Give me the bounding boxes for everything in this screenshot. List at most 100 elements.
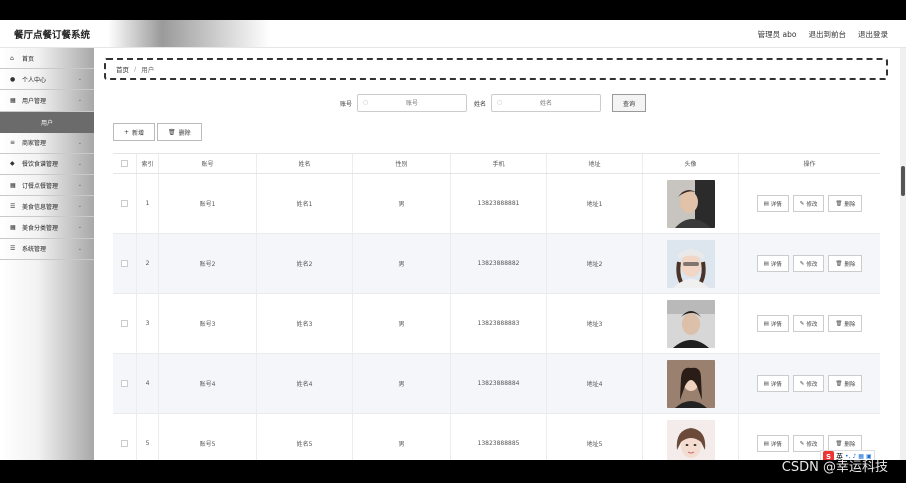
sidebar-item-label: 首页 bbox=[22, 55, 35, 63]
sidebar-item-label: 个人中心 bbox=[22, 76, 47, 84]
column-header: 账号 bbox=[159, 154, 257, 173]
row-checkbox[interactable] bbox=[121, 200, 128, 207]
address-cell: 地址2 bbox=[547, 234, 643, 293]
delete-button[interactable]: 🗑 删除 bbox=[828, 255, 863, 272]
detail-button[interactable]: ▤ 详情 bbox=[756, 315, 789, 332]
sidebar-item-5[interactable]: ▦ 订餐点餐管理 ⌄ bbox=[0, 175, 94, 197]
column-header: 头像 bbox=[643, 154, 739, 173]
edit-button[interactable]: ✎ 修改 bbox=[792, 195, 825, 212]
delete-label: 删除 bbox=[844, 321, 856, 328]
query-button[interactable]: 查询 bbox=[612, 94, 647, 112]
edit-icon: ✎ bbox=[799, 380, 805, 387]
detail-button[interactable]: ▤ 详情 bbox=[756, 255, 789, 272]
avatar bbox=[666, 419, 715, 460]
row-select-cell[interactable] bbox=[113, 294, 137, 353]
delete-label: 删除 bbox=[844, 381, 856, 388]
account-label: 账号 bbox=[340, 100, 353, 108]
index-cell: 4 bbox=[137, 354, 159, 413]
address-cell: 地址3 bbox=[547, 294, 643, 353]
back-to-front-link[interactable]: 退出到前台 bbox=[809, 29, 847, 40]
row-checkbox[interactable] bbox=[121, 440, 128, 447]
edit-button[interactable]: ✎ 修改 bbox=[792, 375, 825, 392]
sidebar: ⌂ 首页 ● 个人中心 ⌄ ▦ 用户管理 ⌄ 用户 ≡ 商家管理 ⌄ ◆ 餐饮食谱管理 ⌄ ▦ 订餐点餐管理 ⌄ ☰… bbox=[0, 48, 94, 460]
breadcrumb: 首页 / 用户 bbox=[104, 58, 888, 80]
detail-label: 详情 bbox=[770, 441, 782, 448]
sidebar-item-0[interactable]: ⌂ 首页 bbox=[0, 48, 94, 70]
account-search-field[interactable]: ○ bbox=[357, 94, 468, 112]
detail-icon: ▤ bbox=[763, 260, 769, 267]
row-select-cell[interactable] bbox=[113, 234, 137, 293]
edit-label: 修改 bbox=[806, 201, 818, 208]
sidebar-item-4[interactable]: ◆ 餐饮食谱管理 ⌄ bbox=[0, 154, 94, 175]
sidebar-subitem-users[interactable]: 用户 bbox=[0, 111, 94, 133]
row-checkbox[interactable] bbox=[121, 380, 128, 387]
edit-button[interactable]: ✎ 修改 bbox=[792, 315, 825, 332]
select-all-cell[interactable] bbox=[113, 154, 137, 173]
chevron-down-icon: ⌄ bbox=[77, 139, 82, 146]
row-checkbox[interactable] bbox=[121, 260, 128, 267]
grid-icon: ▦ bbox=[10, 223, 16, 231]
admin-username: 管理员 abo bbox=[757, 30, 797, 39]
row-checkbox[interactable] bbox=[121, 320, 128, 327]
sidebar-item-6[interactable]: ☰ 美食信息管理 ⌄ bbox=[0, 196, 94, 218]
sex-cell: 男 bbox=[353, 414, 451, 460]
sex-cell: 男 bbox=[353, 294, 451, 353]
index-cell: 1 bbox=[137, 174, 159, 233]
select-all-checkbox[interactable] bbox=[121, 160, 128, 167]
address-cell: 地址1 bbox=[547, 174, 643, 233]
sidebar-item-3[interactable]: ≡ 商家管理 ⌄ bbox=[0, 133, 94, 154]
detail-label: 详情 bbox=[770, 261, 782, 268]
trash-icon: 🗑 bbox=[835, 380, 843, 387]
account-cell: 账号5 bbox=[159, 414, 257, 460]
name-search-input[interactable] bbox=[492, 95, 601, 111]
address-cell: 地址5 bbox=[547, 414, 643, 460]
phone-cell: 13823888885 bbox=[451, 414, 547, 460]
chevron-down-icon: ⌄ bbox=[77, 224, 82, 231]
logout-link[interactable]: 退出登录 bbox=[858, 29, 888, 40]
trash-icon: 🗑 bbox=[835, 440, 843, 447]
delete-button[interactable]: 🗑 删除 bbox=[828, 375, 863, 392]
operations-cell: ▤ 详情 ✎ 修改 🗑 删除 bbox=[739, 294, 880, 353]
breadcrumb-home[interactable]: 首页 bbox=[116, 64, 129, 74]
vertical-scrollbar[interactable] bbox=[900, 48, 906, 460]
avatar bbox=[666, 299, 715, 348]
delete-button[interactable]: 🗑 删除 bbox=[828, 315, 863, 332]
grid-icon: ▦ bbox=[10, 181, 16, 189]
sidebar-item-8[interactable]: ☰ 系统管理 ⌄ bbox=[0, 239, 94, 260]
sidebar-item-2[interactable]: ▦ 用户管理 ⌄ bbox=[0, 90, 94, 112]
sidebar-item-label: 用户管理 bbox=[22, 97, 47, 105]
table-body: 1 账号1 姓名1 男 13823888881 地址1 ▤ 详情 ✎ 修改 🗑 删除 2 账号2 姓名2 男 1… bbox=[113, 174, 880, 460]
delete-button[interactable]: 🗑 删除 bbox=[828, 195, 863, 212]
edit-button[interactable]: ✎ 修改 bbox=[792, 255, 825, 272]
edit-icon: ✎ bbox=[799, 440, 805, 447]
add-button[interactable]: + 新增 bbox=[113, 123, 156, 141]
account-search-input[interactable] bbox=[358, 95, 467, 111]
detail-button[interactable]: ▤ 详情 bbox=[756, 375, 789, 392]
detail-label: 详情 bbox=[770, 381, 782, 388]
sidebar-item-label: 订餐点餐管理 bbox=[22, 182, 59, 190]
detail-button[interactable]: ▤ 详情 bbox=[756, 195, 789, 212]
detail-button[interactable]: ▤ 详情 bbox=[756, 435, 789, 452]
breadcrumb-separator: / bbox=[134, 65, 137, 73]
user-table: 索引 账号 姓名 性别 手机 地址 头像 操作 1 账号1 姓名1 男 13823888881 地址1 ▤… bbox=[113, 153, 880, 460]
index-cell: 3 bbox=[137, 294, 159, 353]
brand-area: 餐厅点餐订餐系统 bbox=[0, 20, 360, 47]
row-select-cell[interactable] bbox=[113, 414, 137, 460]
avatar bbox=[666, 359, 715, 408]
row-select-cell[interactable] bbox=[113, 174, 137, 233]
batch-delete-button[interactable]: 🗑 删除 bbox=[157, 123, 202, 141]
name-search-field[interactable]: ○ bbox=[491, 94, 602, 112]
row-select-cell[interactable] bbox=[113, 354, 137, 413]
detail-icon: ▤ bbox=[763, 320, 769, 327]
scrollbar-thumb[interactable] bbox=[901, 166, 905, 196]
sidebar-item-1[interactable]: ● 个人中心 ⌄ bbox=[0, 69, 94, 91]
edit-label: 修改 bbox=[806, 441, 818, 448]
add-button-label: 新增 bbox=[132, 129, 145, 137]
search-icon: ○ bbox=[363, 99, 369, 106]
bottom-black-bar bbox=[0, 460, 906, 483]
edit-icon: ✎ bbox=[799, 200, 805, 207]
column-header: 性别 bbox=[353, 154, 451, 173]
sidebar-item-7[interactable]: ▦ 美食分类管理 ⌄ bbox=[0, 217, 94, 239]
phone-cell: 13823888884 bbox=[451, 354, 547, 413]
chevron-down-icon: ⌄ bbox=[77, 181, 82, 188]
